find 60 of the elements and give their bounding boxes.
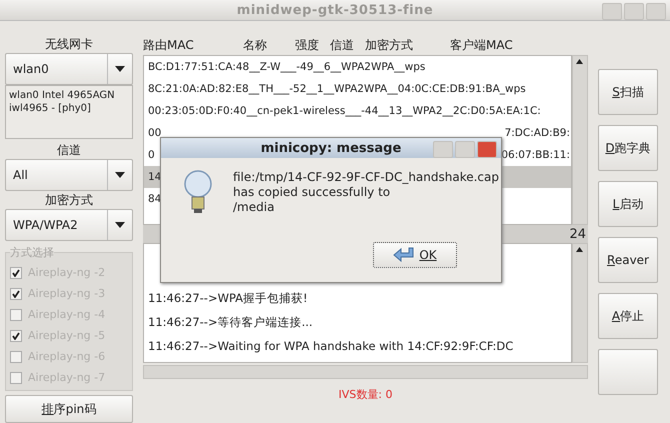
minimize-button[interactable] xyxy=(624,3,644,20)
log-line: 11:46:27-->等待客户端连接... xyxy=(148,314,314,331)
sort-pin-button[interactable]: 排序pin码 xyxy=(5,395,133,423)
log-line: 11:46:27-->Waiting for WPA handshake with 14:CF:92:9F:CF:DC xyxy=(148,338,514,355)
maximize-button[interactable] xyxy=(602,3,622,20)
minimize-button[interactable] xyxy=(455,141,475,158)
checkbox[interactable] xyxy=(10,308,22,320)
action-button[interactable]: S扫描 xyxy=(598,69,658,115)
checkbox[interactable] xyxy=(10,330,22,342)
row-text: 84 xyxy=(148,192,162,207)
count-text: 24 xyxy=(569,226,586,242)
column-header: 加密方式 xyxy=(365,36,414,54)
row-text: 14 xyxy=(148,170,162,185)
row-text: 06:07:BB:11: xyxy=(501,148,570,163)
up-arrow-icon[interactable] xyxy=(576,247,583,252)
row-text: 8C:21:0A:AD:82:E8__TH___-52__1__WPA2WPA__04:0C:CE:DB:91:BA_wps xyxy=(148,82,526,97)
row-text: 00 xyxy=(148,126,162,141)
column-header: 路由MAC xyxy=(143,36,195,54)
window-title: minidwep-gtk-30513-fine xyxy=(236,2,434,18)
row-text: BC:D1:77:51:CA:48__Z-W___-49__6__WPA2WPA__wps xyxy=(148,60,426,75)
caret-icon xyxy=(115,172,125,178)
log-line: 11:46:27-->WPA握手包捕获! xyxy=(148,290,309,307)
maximize-button[interactable] xyxy=(433,141,453,158)
checkbox[interactable] xyxy=(10,372,22,384)
action-button[interactable]: L启动 xyxy=(598,181,658,227)
column-header: 信道 xyxy=(330,36,355,54)
status-text: IVS数量: 0 xyxy=(338,387,394,402)
dropdown[interactable]: wlan0 xyxy=(5,53,133,85)
column-header: 客户端MAC xyxy=(450,36,514,54)
action-button[interactable]: Reaver xyxy=(598,237,658,283)
info-box: wlan0 Intel 4965AGN iwl4965 - [phy0] xyxy=(5,85,133,139)
up-arrow-icon[interactable] xyxy=(576,59,583,64)
scrollbar[interactable] xyxy=(572,243,588,363)
dialog-message: file:/tmp/14-CF-92-9F-CF-DC_handshake.cap has copied successfully to /media xyxy=(233,170,500,215)
return-arrow-icon xyxy=(393,247,416,263)
light-bulb-icon xyxy=(183,170,213,214)
field-label: 信道 xyxy=(56,142,82,159)
dropdown[interactable]: WPA/WPA2 xyxy=(5,209,133,241)
field-label: 无线网卡 xyxy=(44,36,94,53)
checkbox[interactable] xyxy=(10,350,22,362)
action-button[interactable]: A停止 xyxy=(598,293,658,339)
action-button[interactable]: D跑字典 xyxy=(598,125,658,171)
caret-icon xyxy=(115,66,125,72)
action-button[interactable] xyxy=(598,349,658,395)
scrollbar[interactable] xyxy=(572,55,588,225)
ok-button[interactable]: OK xyxy=(373,242,457,268)
checkbox[interactable] xyxy=(10,266,22,278)
field-label: 加密方式 xyxy=(44,192,94,209)
close-button[interactable] xyxy=(646,3,666,20)
column-header: 强度 xyxy=(295,36,320,54)
close-button[interactable] xyxy=(477,141,497,158)
checkbox[interactable] xyxy=(10,288,22,300)
scrollbar[interactable] xyxy=(143,365,588,379)
row-text: 0 xyxy=(148,148,155,163)
caret-icon xyxy=(115,222,125,228)
row-text: 7:DC:AD:B9: xyxy=(504,126,570,141)
column-header: 名称 xyxy=(243,36,268,54)
dropdown[interactable]: All xyxy=(5,159,133,191)
row-text: 00:23:05:0D:F0:40__cn-pek1-wireless___-44__13__WPA2__2C:D0:5A:EA:1C: xyxy=(148,104,541,119)
group-legend: 方式选择 xyxy=(10,245,54,260)
